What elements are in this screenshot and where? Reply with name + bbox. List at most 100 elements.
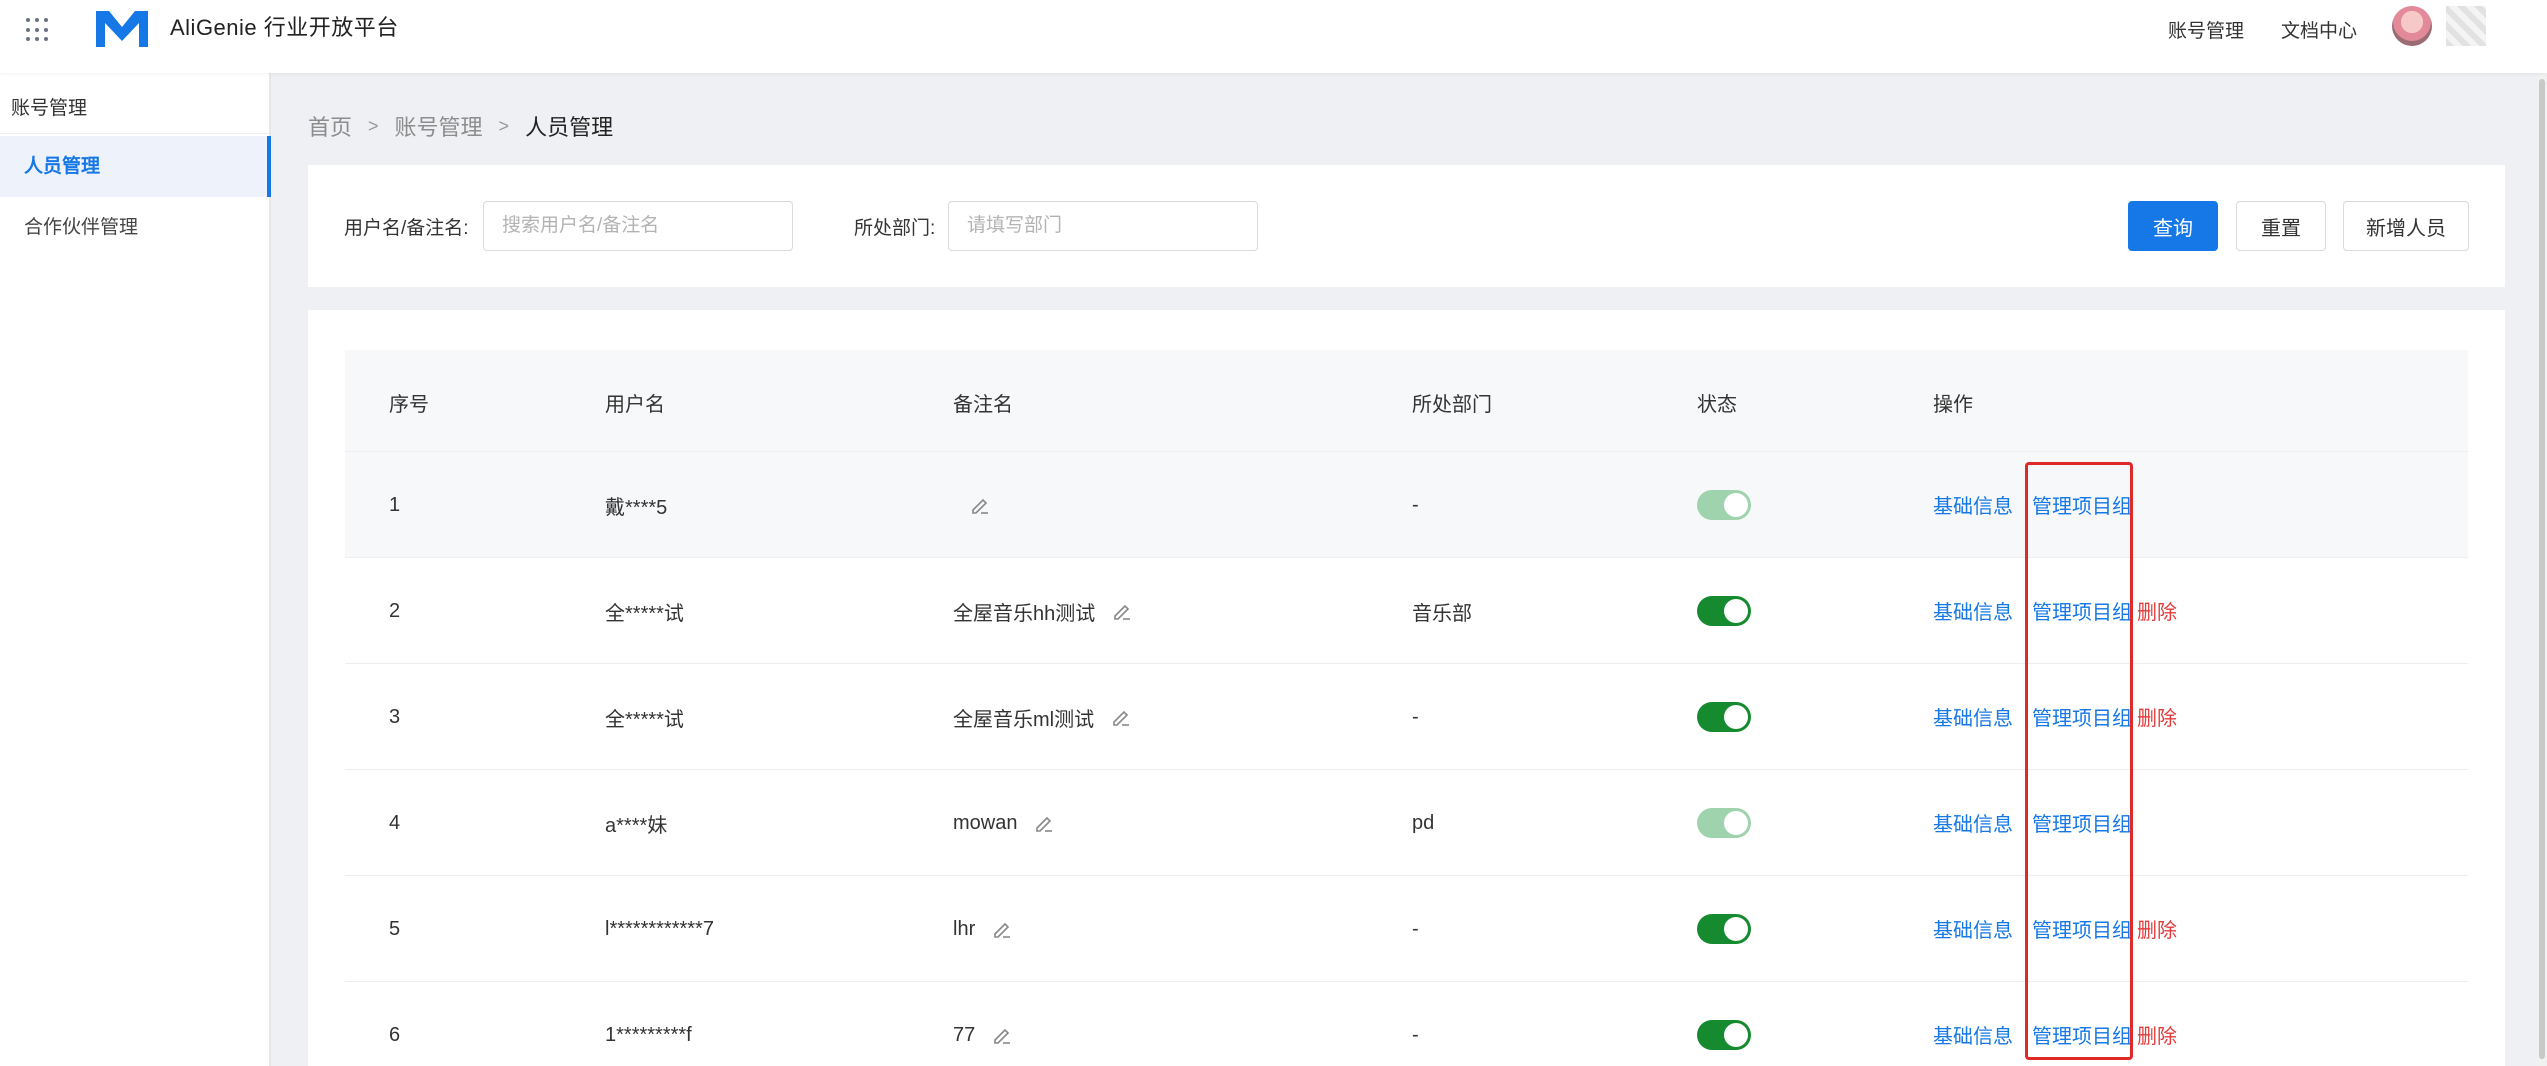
row-dept: - [1412,493,1419,516]
col-actions: 操作 [1933,394,1973,416]
top-header: AliGenie 行业开放平台 账号管理 文档中心 [0,0,2547,73]
dept-input[interactable] [948,201,1258,251]
breadcrumb-home[interactable]: 首页 [308,110,352,142]
manage-project-group-link[interactable]: 管理项目组 [2032,596,2132,625]
row-status-cell [1697,770,1751,876]
breadcrumb-current: 人员管理 [525,115,614,140]
row-remark: lhr [953,917,976,940]
row-username: l************7 [605,917,714,940]
header-link-account[interactable]: 账号管理 [2168,16,2244,43]
col-status: 状态 [1697,394,1737,416]
row-index: 4 [389,811,401,834]
table-body: 1 戴****5- 基础信息 管理项目组 2 全*****试 全屋音乐hh测试 音乐部 基础信息… [345,452,2468,1066]
col-remark: 备注名 [953,394,1013,416]
row-remark: 全屋音乐hh测试 [953,602,1096,625]
manage-project-group-link[interactable]: 管理项目组 [2032,1020,2132,1049]
app-grid-icon[interactable] [26,18,50,42]
reset-button[interactable]: 重置 [2236,201,2326,251]
row-status-cell [1697,876,1751,982]
delete-link[interactable]: 删除 [2137,596,2177,625]
table-row: 4 a****妹 mowan pd 基础信息 管理项目组 [345,770,2468,876]
col-dept: 所处部门 [1412,394,1492,416]
col-username: 用户名 [605,394,665,416]
sidebar-group-title: 账号管理 [11,98,88,119]
scrollbar-thumb[interactable] [2539,79,2545,1059]
row-remark-cell: 全屋音乐hh测试 [953,558,1133,664]
col-index: 序号 [389,394,429,416]
table-row: 1 戴****5 - 基础信息 管理项目组 [345,452,2468,558]
status-toggle[interactable] [1697,596,1751,626]
edit-remark-icon[interactable] [1111,600,1133,622]
row-dept: - [1412,1023,1419,1046]
username-filter-label: 用户名/备注名: [344,218,469,239]
sidebar-divider [0,133,269,134]
avatar[interactable] [2392,6,2432,46]
basic-info-link[interactable]: 基础信息 [1933,808,2013,837]
basic-info-link[interactable]: 基础信息 [1933,914,2013,943]
row-remark-cell: mowan [953,770,1055,876]
status-toggle[interactable] [1697,490,1751,520]
row-dept: - [1412,705,1419,728]
row-remark-cell: lhr [953,876,1013,982]
edit-remark-icon[interactable] [991,1024,1013,1046]
header-link-docs[interactable]: 文档中心 [2281,16,2357,43]
row-index: 5 [389,917,401,940]
row-remark: 全屋音乐ml测试 [953,708,1095,731]
basic-info-link[interactable]: 基础信息 [1933,490,2013,519]
edit-remark-icon[interactable] [969,494,991,516]
delete-link[interactable]: 删除 [2137,702,2177,731]
page-scrollbar[interactable] [2537,73,2547,1066]
edit-remark-icon[interactable] [991,918,1013,940]
status-toggle[interactable] [1697,702,1751,732]
row-username: a****妹 [605,814,668,837]
table-header: 序号 用户名 备注名 所处部门 状态 操作 [345,350,2468,452]
basic-info-link[interactable]: 基础信息 [1933,702,2013,731]
row-status-cell [1697,558,1751,664]
aligenie-logo-icon[interactable] [93,7,151,49]
row-remark-cell: 77 [953,982,1013,1066]
manage-project-group-link[interactable]: 管理项目组 [2032,490,2132,519]
row-status-cell [1697,664,1751,770]
table-row: 5 l************7 lhr - 基础信息 管理项目组 删除 [345,876,2468,982]
status-toggle[interactable] [1697,808,1751,838]
row-remark-cell: 全屋音乐ml测试 [953,664,1132,770]
status-toggle[interactable] [1697,914,1751,944]
basic-info-link[interactable]: 基础信息 [1933,1020,2013,1049]
row-dept: 音乐部 [1412,602,1472,625]
username-search-input[interactable] [483,201,793,251]
delete-link[interactable]: 删除 [2137,914,2177,943]
user-name-blurred[interactable] [2446,6,2486,46]
row-index: 1 [389,493,401,516]
row-index: 6 [389,1023,401,1046]
add-person-button[interactable]: 新增人员 [2343,201,2469,251]
row-username: 全*****试 [605,708,684,731]
edit-remark-icon[interactable] [1110,706,1132,728]
row-index: 3 [389,705,401,728]
query-button[interactable]: 查询 [2128,201,2218,251]
row-username: 戴****5 [605,496,668,519]
table-panel: 序号 用户名 备注名 所处部门 状态 操作 1 戴****5- 基础信息 管理项目组 2… [308,310,2505,1066]
breadcrumb-separator: > [368,115,379,136]
breadcrumb-account[interactable]: 账号管理 [395,110,483,142]
row-index: 2 [389,599,401,622]
row-dept: - [1412,917,1419,940]
row-status-cell [1697,982,1751,1066]
status-toggle[interactable] [1697,1020,1751,1050]
manage-project-group-link[interactable]: 管理项目组 [2032,808,2132,837]
edit-remark-icon[interactable] [1033,812,1055,834]
sidebar-item-personnel[interactable]: 人员管理 [0,136,271,197]
breadcrumb-separator: > [498,115,510,136]
filter-panel: 用户名/备注名: 所处部门: 查询 重置 新增人员 [308,165,2505,287]
manage-project-group-link[interactable]: 管理项目组 [2032,914,2132,943]
app-title: AliGenie 行业开放平台 [170,15,399,40]
sidebar-item-partners[interactable]: 合作伙伴管理 [0,197,271,258]
breadcrumb: 首页 > 账号管理 > 人员管理 [308,110,613,142]
manage-project-group-link[interactable]: 管理项目组 [2032,702,2132,731]
basic-info-link[interactable]: 基础信息 [1933,596,2013,625]
row-username: 全*****试 [605,602,684,625]
row-remark: mowan [953,811,1018,834]
table-row: 3 全*****试 全屋音乐ml测试 - 基础信息 管理项目组 删除 [345,664,2468,770]
delete-link[interactable]: 删除 [2137,1020,2177,1049]
dept-filter-label: 所处部门: [854,218,936,239]
row-username: 1*********f [605,1023,692,1046]
